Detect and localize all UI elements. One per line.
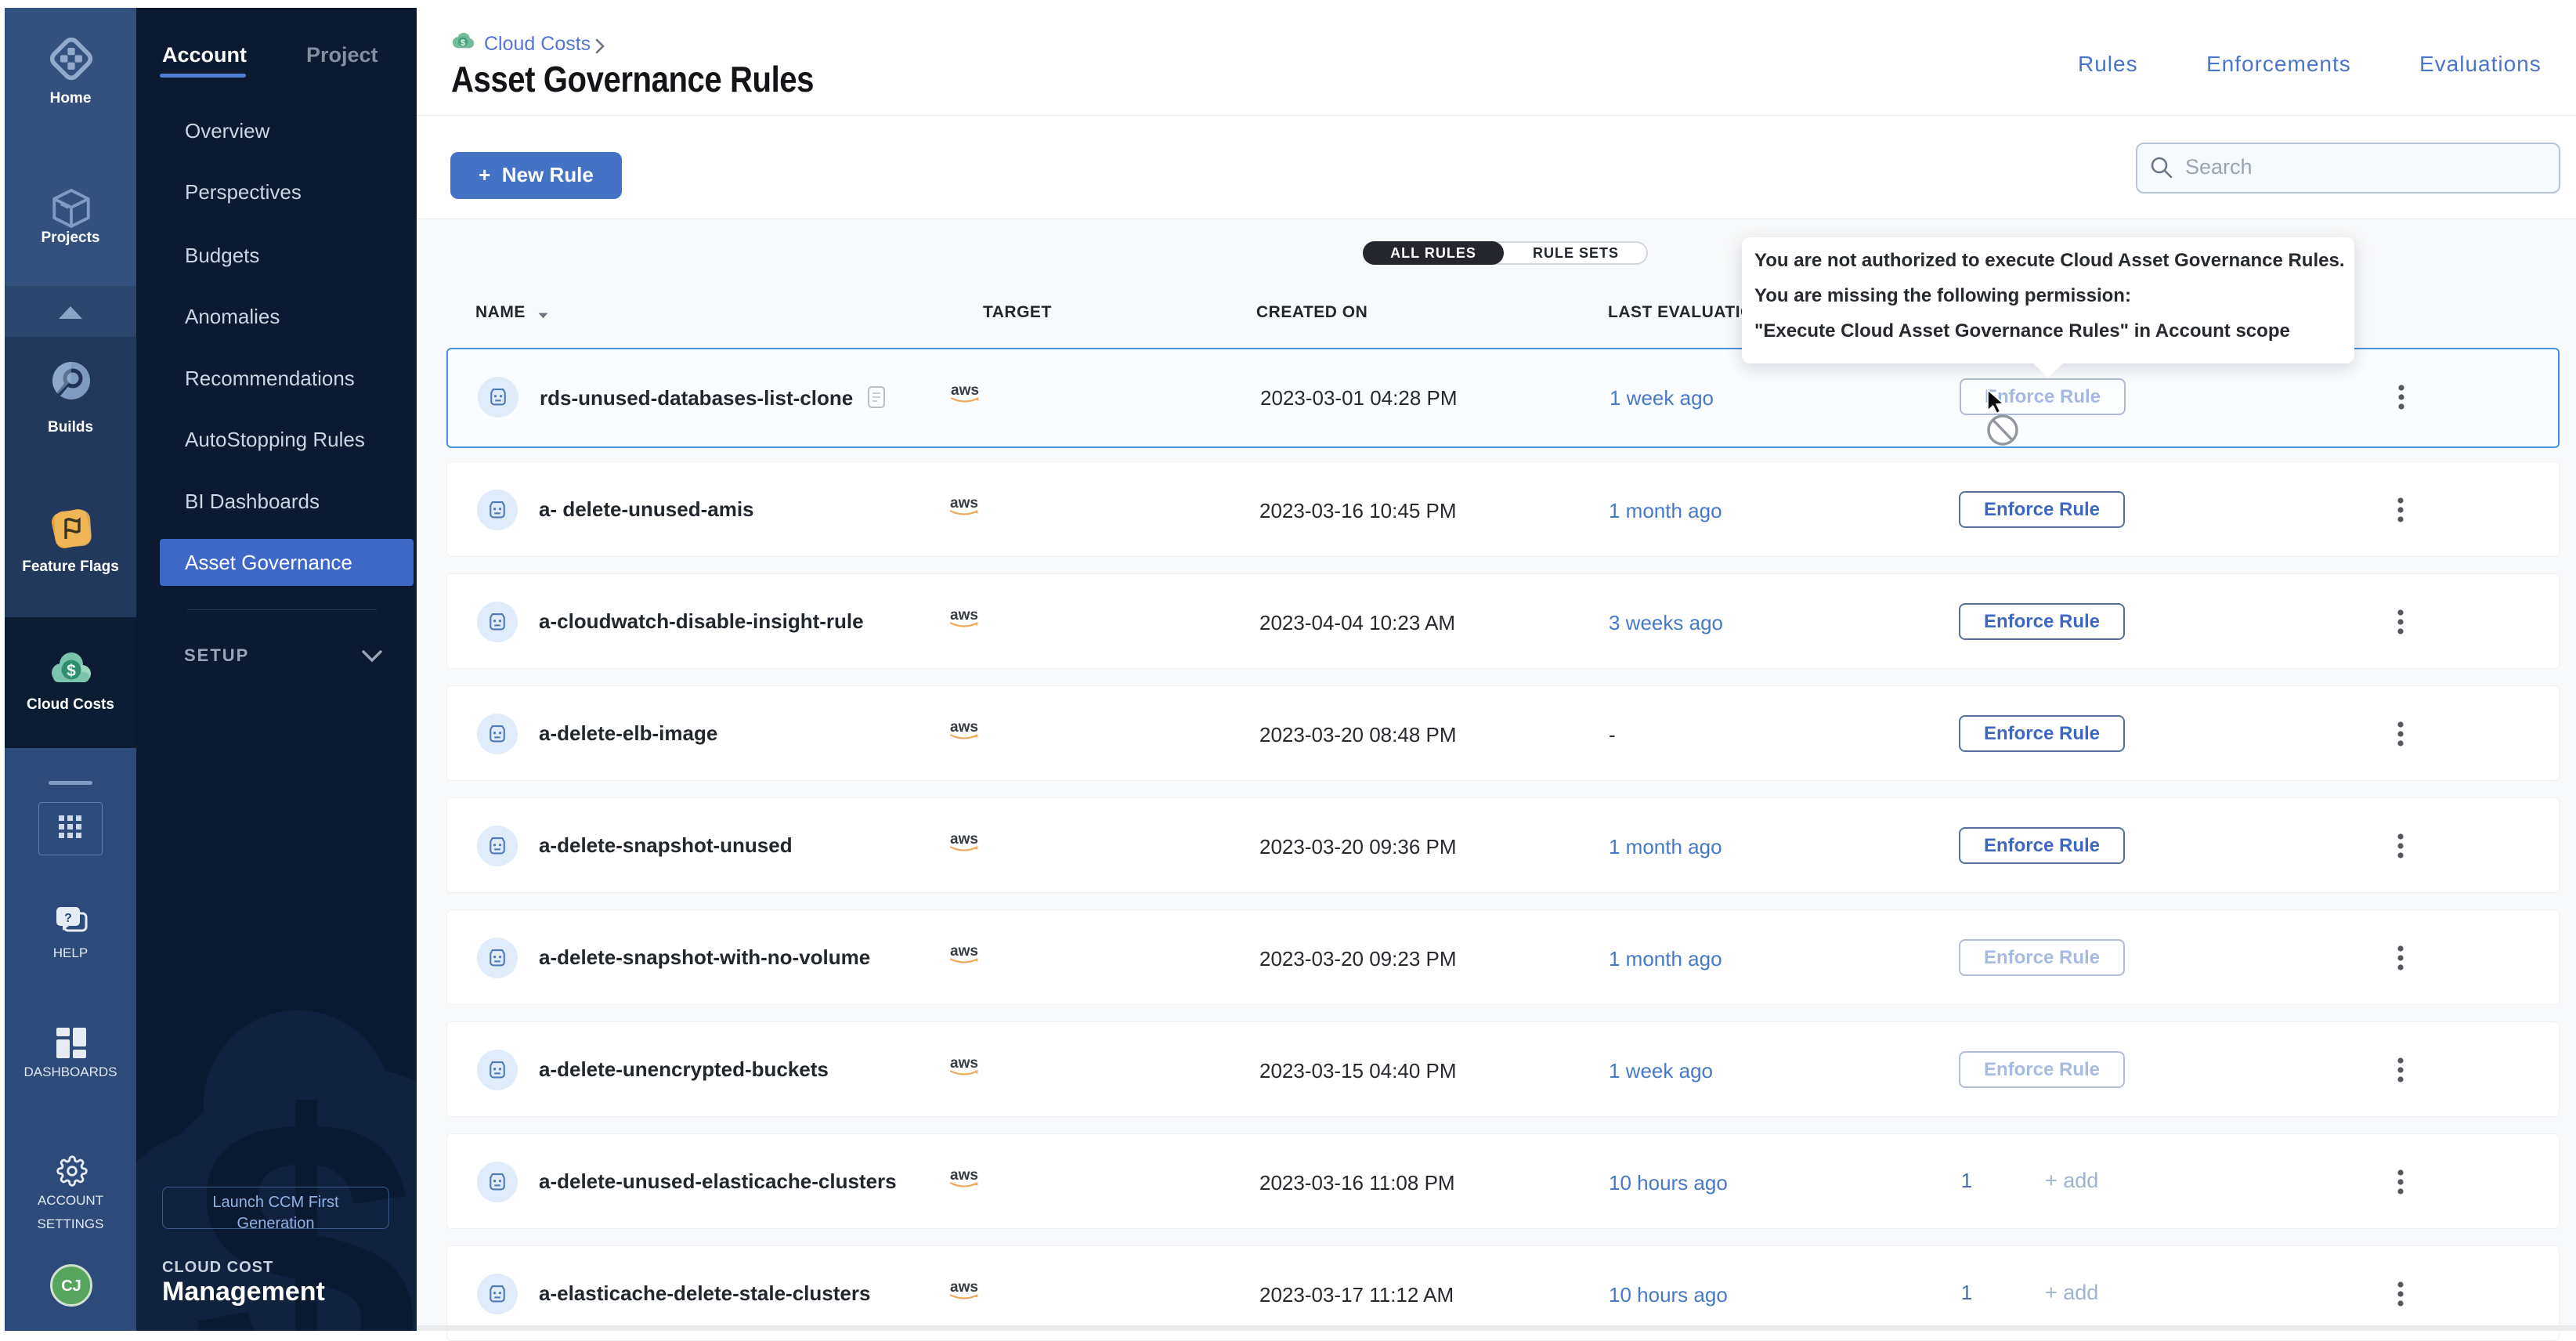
- svg-text:$: $: [67, 662, 76, 680]
- svg-text:$: $: [461, 38, 465, 48]
- svg-text:aws: aws: [950, 607, 978, 624]
- svg-text:aws: aws: [950, 943, 978, 960]
- svg-text:aws: aws: [950, 1055, 978, 1072]
- svg-text:aws: aws: [950, 1167, 978, 1184]
- svg-text:aws: aws: [950, 719, 978, 736]
- svg-text:aws: aws: [950, 1279, 978, 1296]
- svg-text:aws: aws: [950, 495, 978, 511]
- svg-text:?: ?: [64, 912, 72, 925]
- svg-text:aws: aws: [950, 831, 978, 848]
- svg-text:aws: aws: [951, 382, 979, 399]
